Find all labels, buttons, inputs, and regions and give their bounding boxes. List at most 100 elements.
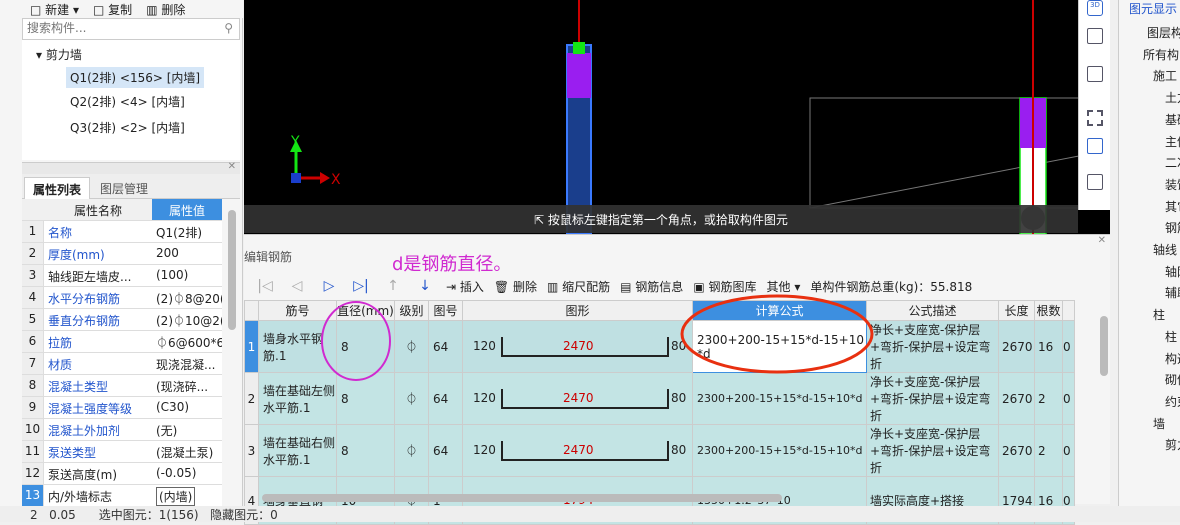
last-page-icon[interactable]: ▷|: [350, 278, 372, 294]
tree-item-q2[interactable]: Q2(2排) <4> [内墙]: [70, 93, 185, 110]
property-row[interactable]: 9 混凝土强度等级 (C30): [22, 397, 222, 419]
prev-icon[interactable]: ◁: [286, 278, 308, 294]
property-row[interactable]: 8 混凝土类型 (现浇碎...: [22, 375, 222, 397]
tree-node[interactable]: 柱: [1165, 328, 1177, 345]
cell-name[interactable]: 墙在基础右侧水平筋.1: [258, 424, 337, 477]
tree-item-q3[interactable]: Q3(2排) <2> [内墙]: [70, 119, 185, 136]
tree-node[interactable]: 土方: [1165, 89, 1180, 106]
tree-node[interactable]: 装饰: [1165, 176, 1180, 193]
col-header[interactable]: 公式描述: [866, 300, 999, 321]
cell-formula[interactable]: 2300+200-15+15*d-15+10*d: [692, 424, 867, 477]
tree-node[interactable]: 所有构: [1143, 46, 1179, 63]
cell-length[interactable]: 2670: [998, 424, 1035, 477]
first-page-icon[interactable]: |◁: [254, 278, 276, 294]
cell-shape[interactable]: 120 2470 80: [462, 424, 693, 477]
tree-node[interactable]: 轴线: [1153, 241, 1177, 258]
col-header[interactable]: 图形: [462, 300, 693, 321]
cell-description[interactable]: 净长+支座宽-保护层+弯折-保护层+设定弯折: [866, 320, 999, 373]
property-row[interactable]: 2 厚度(mm) 200: [22, 243, 222, 265]
list-icon[interactable]: [1087, 174, 1103, 190]
property-value[interactable]: 现浇混凝...: [156, 356, 215, 373]
move-down-icon[interactable]: ↓: [414, 278, 436, 294]
cell-fig[interactable]: 64: [428, 372, 463, 425]
scale-rebar-button[interactable]: ▥ 缩尺配筋: [547, 278, 610, 295]
cell-shape[interactable]: 120 2470 80: [462, 372, 693, 425]
close-icon[interactable]: ✕: [1098, 235, 1106, 246]
property-value[interactable]: (100): [156, 268, 188, 282]
col-header[interactable]: 根数: [1034, 300, 1063, 321]
copy-button[interactable]: □ 复制: [93, 1, 132, 18]
cell-grade[interactable]: ⏀: [394, 424, 429, 477]
search-icon[interactable]: ⚲: [224, 21, 233, 35]
tree-group-shear-wall[interactable]: ▾ 剪力墙: [36, 46, 82, 63]
property-row[interactable]: 1 名称 Q1(2排): [22, 221, 222, 243]
grip-point[interactable]: [573, 42, 585, 54]
property-scrollbar[interactable]: [228, 210, 236, 330]
delete-button[interactable]: ▥ 删除: [146, 1, 185, 18]
cell-n[interactable]: 2: [244, 372, 259, 425]
tree-node[interactable]: 钢筋: [1165, 219, 1180, 236]
close-icon[interactable]: ✕: [228, 161, 236, 172]
property-row[interactable]: 11 泵送类型 (混凝土泵): [22, 441, 222, 463]
property-row[interactable]: 10 混凝土外加剂 (无): [22, 419, 222, 441]
next-icon[interactable]: ▷: [318, 278, 340, 294]
cube-top-icon[interactable]: [1087, 28, 1103, 44]
cell-shape[interactable]: 120 2470 80: [462, 320, 693, 373]
3d-view-icon[interactable]: 3D: [1087, 0, 1103, 16]
property-value[interactable]: 200: [156, 246, 179, 260]
table-row[interactable]: 3 墙在基础右侧水平筋.1 8 ⏀ 64 120 2470 80 2300+200-15+15*…: [244, 424, 1075, 477]
property-value[interactable]: ⏀6@600*6: [156, 334, 222, 351]
property-value[interactable]: (现浇碎...: [156, 378, 208, 395]
search-input[interactable]: [27, 21, 207, 35]
tree-node[interactable]: 构造: [1165, 350, 1180, 367]
property-value[interactable]: (2)⏀8@20(: [156, 290, 222, 307]
property-row[interactable]: 3 轴线距左墙皮... (100): [22, 265, 222, 287]
tree-node[interactable]: 主体: [1165, 133, 1180, 150]
tree-node[interactable]: 基础: [1165, 111, 1180, 128]
cell-length[interactable]: 2670: [998, 320, 1035, 373]
cell-fig[interactable]: 64: [428, 424, 463, 477]
rebar-info-button[interactable]: ▤ 钢筋信息: [620, 278, 683, 295]
cell-count[interactable]: 2: [1034, 424, 1063, 477]
cell-dia[interactable]: 8: [336, 424, 395, 477]
tree-node[interactable]: 轴网: [1165, 263, 1180, 280]
property-value[interactable]: (混凝土泵): [156, 444, 213, 461]
property-value[interactable]: (内墙): [156, 487, 196, 506]
col-header[interactable]: 级别: [394, 300, 429, 321]
property-row[interactable]: 12 泵送高度(m) (-0.05): [22, 463, 222, 485]
tree-node[interactable]: 施工: [1153, 67, 1177, 84]
new-button[interactable]: □ 新建 ▾: [30, 1, 79, 18]
tree-node[interactable]: 二次: [1165, 154, 1180, 171]
cell-description[interactable]: 净长+支座宽-保护层+弯折-保护层+设定弯折: [866, 372, 999, 425]
col-header[interactable]: 图号: [428, 300, 463, 321]
tree-node[interactable]: 砌体: [1165, 371, 1180, 388]
cell-description[interactable]: 净长+支座宽-保护层+弯折-保护层+设定弯折: [866, 424, 999, 477]
property-value[interactable]: (无): [156, 422, 177, 439]
property-value[interactable]: (2)⏀10@2(: [156, 312, 222, 329]
cell-grade[interactable]: ⏀: [394, 372, 429, 425]
tab-property-list[interactable]: 属性列表: [24, 177, 91, 199]
tree-node[interactable]: 图层构: [1147, 24, 1180, 41]
tree-item-q1[interactable]: Q1(2排) <156> [内墙]: [66, 67, 205, 88]
property-row[interactable]: 6 拉筋 ⏀6@600*6: [22, 331, 222, 353]
tab-layer-manage[interactable]: 图层管理: [92, 177, 156, 199]
cell-formula[interactable]: 2300+200-15+15*d-15+10*d: [692, 372, 867, 425]
table-hscroll[interactable]: [262, 494, 782, 502]
cell-n[interactable]: 1: [244, 320, 259, 373]
property-value[interactable]: (-0.05): [156, 466, 196, 480]
property-row[interactable]: 4 水平分布钢筋 (2)⏀8@20(: [22, 287, 222, 309]
table-vscroll[interactable]: [1100, 316, 1108, 376]
property-row[interactable]: 7 材质 现浇混凝...: [22, 353, 222, 375]
cell-length[interactable]: 2670: [998, 372, 1035, 425]
tree-node[interactable]: 其它: [1165, 198, 1180, 215]
col-header[interactable]: 长度: [998, 300, 1035, 321]
property-row[interactable]: 5 垂直分布钢筋 (2)⏀10@2(: [22, 309, 222, 331]
move-up-icon[interactable]: ↑: [382, 278, 404, 294]
property-row[interactable]: 13 内/外墙标志 (内墙): [22, 485, 222, 507]
tree-node[interactable]: 辅助: [1165, 284, 1180, 301]
tree-node[interactable]: 约束: [1165, 393, 1180, 410]
tree-node[interactable]: 墙: [1153, 415, 1165, 432]
display-icon[interactable]: [1087, 138, 1103, 154]
insert-button[interactable]: ⇥ 插入: [446, 278, 484, 295]
delete-row-button[interactable]: 🗑 删除: [494, 278, 537, 295]
